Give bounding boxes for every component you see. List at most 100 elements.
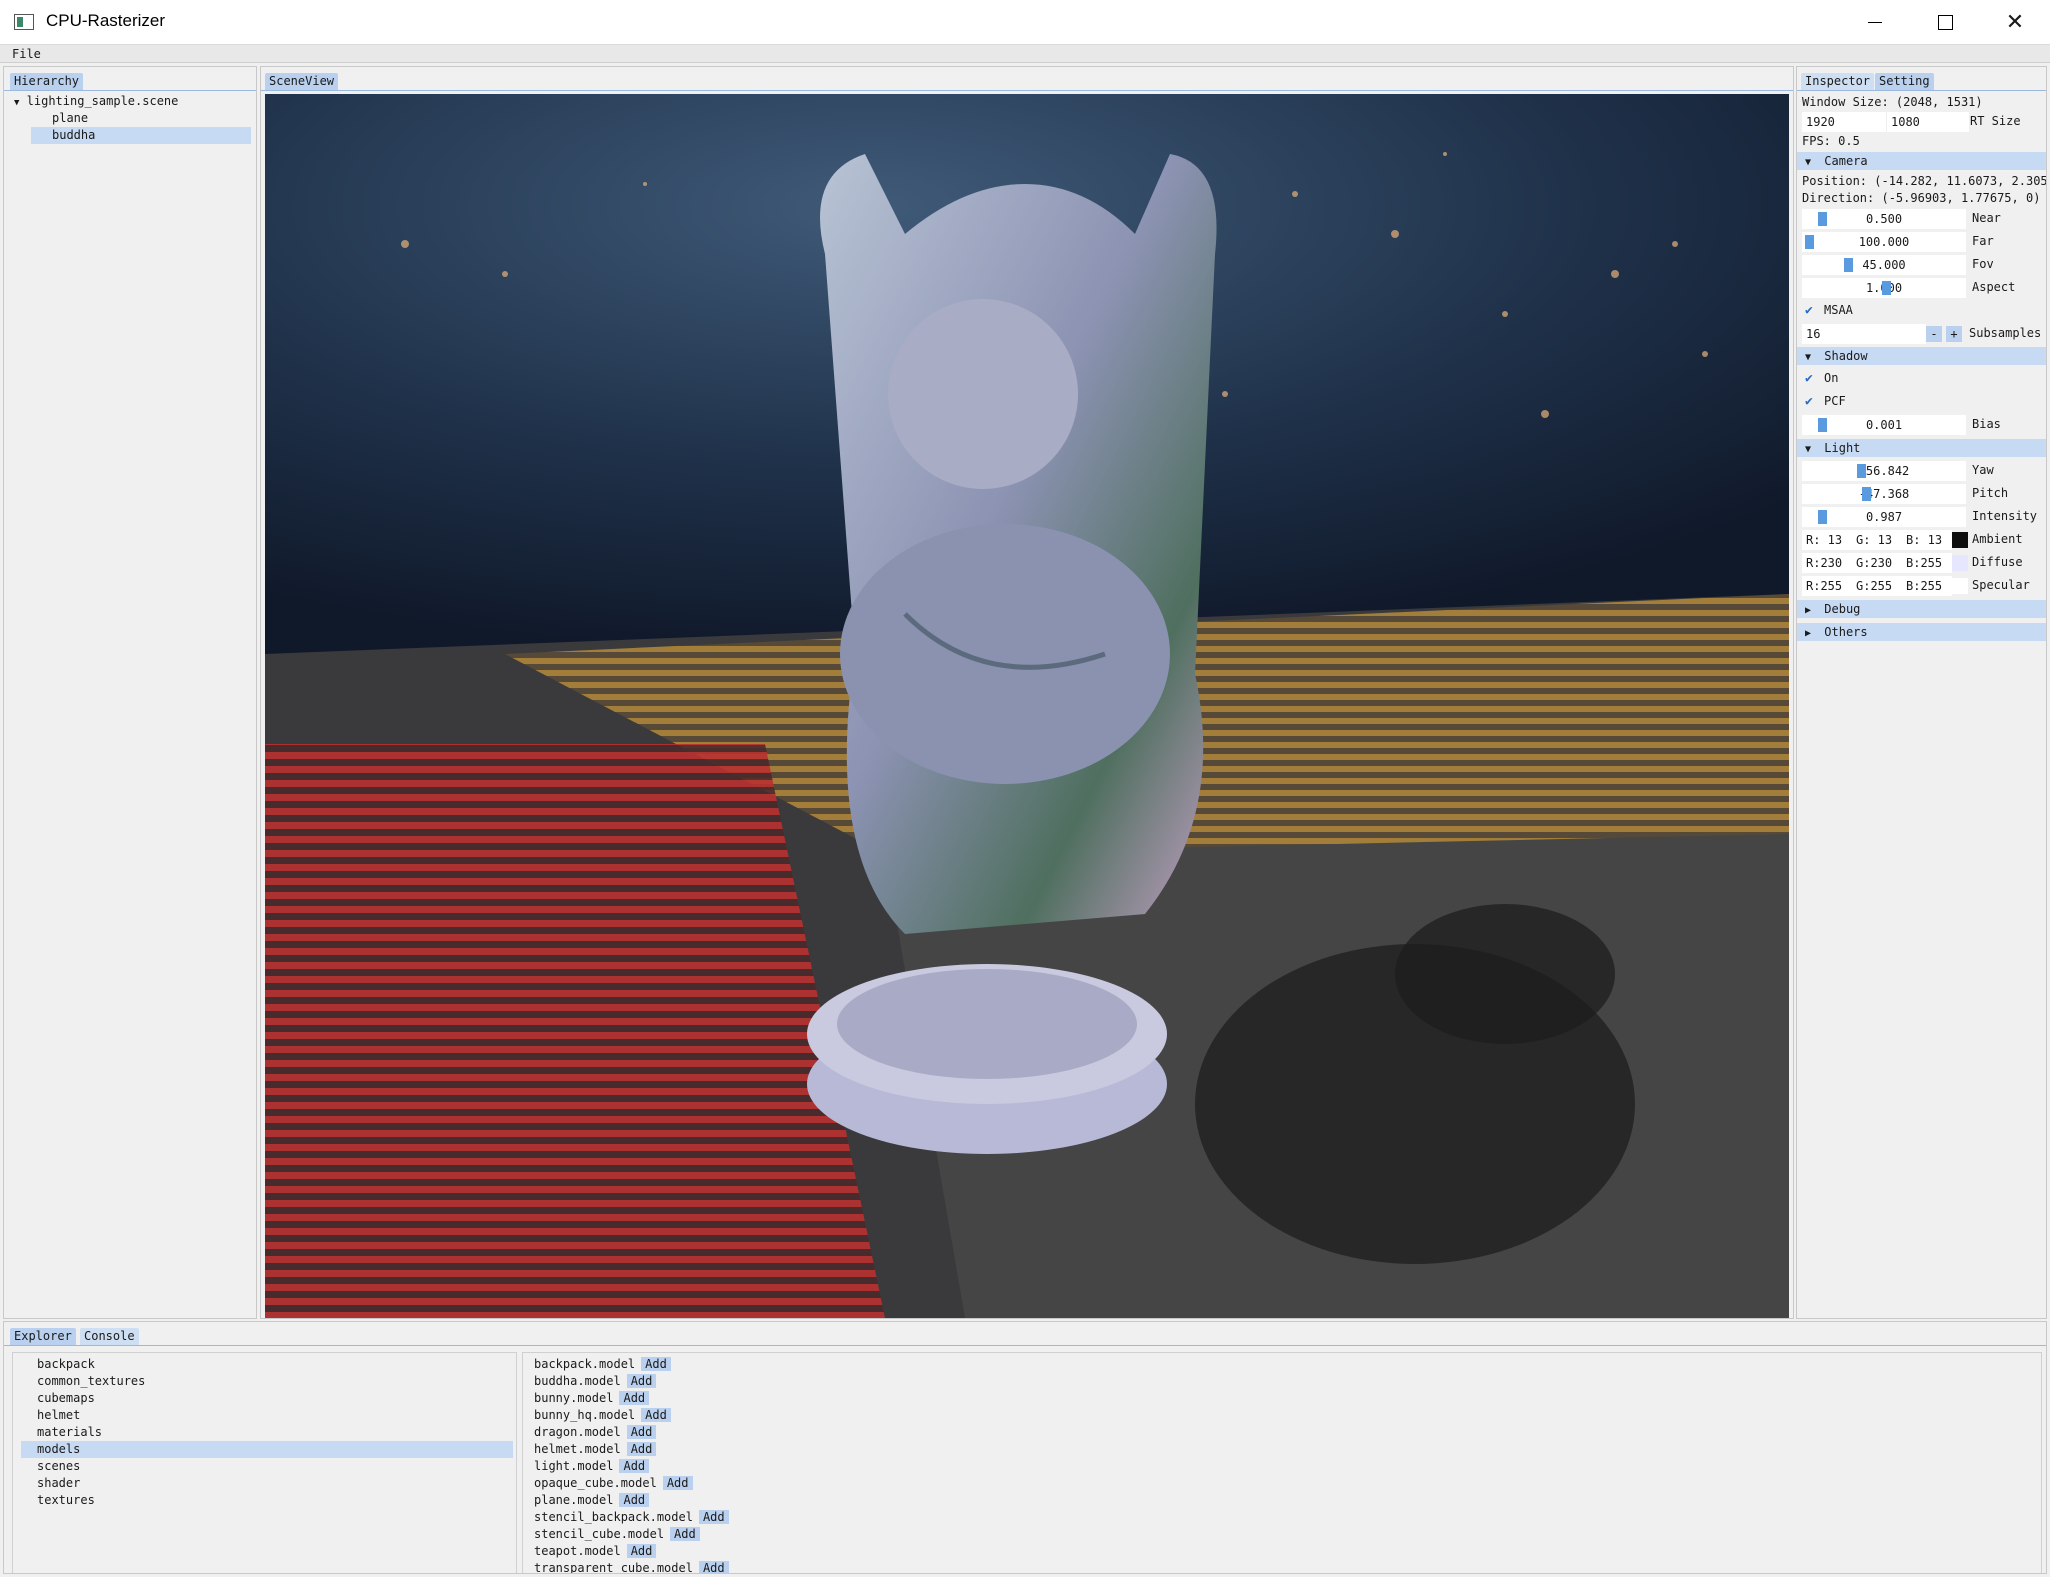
yaw-slider[interactable]: -56.842 <box>1802 461 1966 481</box>
intensity-label: Intensity <box>1972 509 2038 523</box>
tab-setting[interactable]: Setting <box>1875 73 1934 90</box>
msaa-checkbox[interactable]: ✔ <box>1805 304 1819 318</box>
folder-item[interactable]: common_textures <box>37 1373 145 1390</box>
file-item: dragon.model Add <box>534 1424 657 1441</box>
add-button[interactable]: Add <box>670 1527 700 1541</box>
folder-item[interactable]: scenes <box>37 1458 80 1475</box>
add-button[interactable]: Add <box>698 1510 729 1524</box>
explorer-panel: Explorer Console backpack common_texture… <box>3 1321 2047 1574</box>
aspect-slider[interactable]: 1.000 <box>1802 278 1966 298</box>
add-button[interactable]: Add <box>698 1561 729 1573</box>
slider-knob[interactable] <box>1857 464 1866 478</box>
bias-slider[interactable]: 0.001 <box>1802 415 1966 435</box>
slider-knob[interactable] <box>1805 235 1814 249</box>
window-size-text: Window Size: (2048, 1531) <box>1802 95 1983 109</box>
diffuse-color-swatch[interactable] <box>1952 555 1968 571</box>
near-label: Near <box>1972 211 2001 225</box>
intensity-slider[interactable]: 0.987 <box>1802 507 1966 527</box>
light-header[interactable]: ▼ Light <box>1797 439 2046 457</box>
folder-item[interactable]: materials <box>37 1424 102 1441</box>
camera-position-text: Position: (-14.282, 11.6073, 2.3056 <box>1802 174 2047 188</box>
diffuse-r-field[interactable]: R:230 <box>1802 553 1852 573</box>
subsamples-plus-button[interactable]: + <box>1946 326 1962 342</box>
add-button[interactable]: Add <box>619 1391 650 1405</box>
folder-item-selected[interactable]: models <box>21 1441 513 1458</box>
rt-size-label: RT Size <box>1970 114 2021 128</box>
shadow-header[interactable]: ▼ Shadow <box>1797 347 2046 365</box>
minimize-icon <box>1868 22 1882 23</box>
rt-width-field[interactable]: 1920 <box>1802 112 1886 132</box>
tree-item-scene[interactable]: ▼ lighting_sample.scene <box>14 93 178 110</box>
debug-header[interactable]: ▶ Debug <box>1797 600 2046 618</box>
fov-slider[interactable]: 45.000 <box>1802 255 1966 275</box>
rt-height-field[interactable]: 1080 <box>1887 112 1969 132</box>
add-button[interactable]: Add <box>626 1374 657 1388</box>
collapse-arrow-icon: ▼ <box>1805 157 1812 168</box>
slider-knob[interactable] <box>1862 487 1871 501</box>
pcf-checkbox[interactable]: ✔ <box>1805 395 1819 409</box>
ambient-g-field[interactable]: G: 13 <box>1852 530 1902 550</box>
slider-knob[interactable] <box>1844 258 1853 272</box>
tab-hierarchy[interactable]: Hierarchy <box>10 73 84 90</box>
shadow-on-checkbox[interactable]: ✔ <box>1805 372 1819 386</box>
subsamples-input[interactable]: 16 <box>1802 324 1926 344</box>
pitch-slider[interactable]: -47.368 <box>1802 484 1966 504</box>
specular-r-field[interactable]: R:255 <box>1802 576 1852 596</box>
folder-item[interactable]: shader <box>37 1475 80 1492</box>
specular-g-field[interactable]: G:255 <box>1852 576 1902 596</box>
minimize-button[interactable] <box>1840 0 1910 45</box>
ambient-label: Ambient <box>1972 532 2023 546</box>
ambient-r-field[interactable]: R: 13 <box>1802 530 1852 550</box>
specular-b-field[interactable]: B:255 <box>1902 576 1952 596</box>
add-button[interactable]: Add <box>662 1476 693 1490</box>
tab-inspector[interactable]: Inspector <box>1801 73 1875 90</box>
tree-item-plane[interactable]: plane <box>52 110 88 127</box>
diffuse-b-field[interactable]: B:255 <box>1902 553 1952 573</box>
file-item: transparent_cube.model Add <box>534 1560 729 1573</box>
slider-knob[interactable] <box>1882 281 1891 295</box>
slider-knob[interactable] <box>1818 212 1827 226</box>
subsamples-minus-button[interactable]: - <box>1926 326 1942 342</box>
camera-header[interactable]: ▼ Camera <box>1797 152 2046 170</box>
far-slider[interactable]: 100.000 <box>1802 232 1966 252</box>
camera-direction-text: Direction: (-5.96903, 1.77675, 0) <box>1802 191 2041 205</box>
diffuse-g-field[interactable]: G:230 <box>1852 553 1902 573</box>
menu-file[interactable]: File <box>12 47 41 61</box>
folder-item[interactable]: backpack <box>37 1356 95 1373</box>
scene-viewport[interactable] <box>265 94 1789 1318</box>
tab-sceneview[interactable]: SceneView <box>265 73 339 90</box>
far-label: Far <box>1972 234 1994 248</box>
subsamples-label: Subsamples <box>1969 326 2042 340</box>
add-button[interactable]: Add <box>619 1459 650 1473</box>
tree-item-buddha[interactable]: buddha <box>31 127 251 144</box>
close-icon: ✕ <box>2005 10 2025 35</box>
add-button[interactable]: Add <box>619 1493 650 1507</box>
ambient-b-field[interactable]: B: 13 <box>1902 530 1952 550</box>
file-item: teapot.model Add <box>534 1543 657 1560</box>
add-button[interactable]: Add <box>641 1357 671 1371</box>
file-item: buddha.model Add <box>534 1373 657 1390</box>
add-button[interactable]: Add <box>626 1425 657 1439</box>
hierarchy-panel: Hierarchy ▼ lighting_sample.scene plane … <box>3 66 257 1319</box>
near-slider[interactable]: 0.500 <box>1802 209 1966 229</box>
inspector-panel: Inspector Setting Window Size: (2048, 15… <box>1796 66 2047 1319</box>
slider-knob[interactable] <box>1818 418 1827 432</box>
folder-item[interactable]: textures <box>37 1492 95 1509</box>
add-button[interactable]: Add <box>641 1408 671 1422</box>
tab-explorer[interactable]: Explorer <box>10 1328 76 1345</box>
specular-color-swatch[interactable] <box>1952 578 1968 594</box>
maximize-button[interactable] <box>1910 0 1980 45</box>
file-list: backpack.model Add buddha.model Add bunny.… <box>522 1352 2042 1573</box>
tab-console[interactable]: Console <box>80 1328 139 1345</box>
others-header[interactable]: ▶ Others <box>1797 623 2046 641</box>
slider-knob[interactable] <box>1818 510 1827 524</box>
ambient-color-swatch[interactable] <box>1952 532 1968 548</box>
close-button[interactable]: ✕ <box>1980 0 2050 45</box>
folder-item[interactable]: cubemaps <box>37 1390 95 1407</box>
folder-item[interactable]: helmet <box>37 1407 80 1424</box>
add-button[interactable]: Add <box>626 1442 657 1456</box>
file-item: stencil_backpack.model Add <box>534 1509 729 1526</box>
add-button[interactable]: Add <box>626 1544 657 1558</box>
title-bar: CPU-Rasterizer ✕ <box>0 0 2050 45</box>
file-item: backpack.model Add <box>534 1356 671 1373</box>
